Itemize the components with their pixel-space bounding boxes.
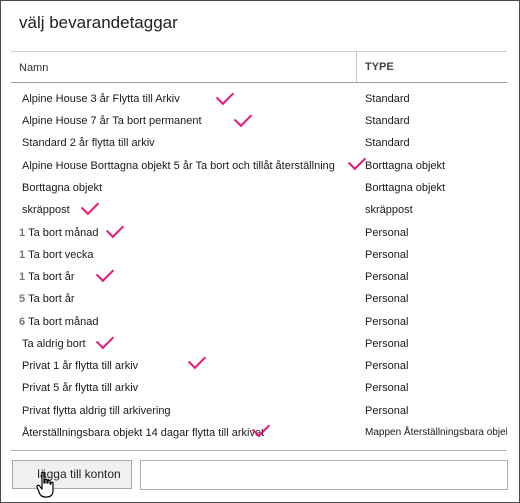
table-row[interactable]: Alpine House 3 år Flytta till Arkiv Stan… <box>11 86 507 111</box>
checkmark-icon <box>80 196 100 216</box>
row-type: skräppost <box>365 204 413 216</box>
row-type: Standard <box>365 137 410 149</box>
row-name: Borttagna objekt <box>22 182 103 194</box>
row-name: 6 Ta bort månad <box>19 316 99 328</box>
column-header-type[interactable]: TYPE <box>365 61 394 73</box>
table-row[interactable]: Privat 5 år flytta till arkiv Personal <box>11 378 507 400</box>
row-type: Standard <box>365 115 410 127</box>
column-header-name[interactable]: Namn <box>19 62 48 74</box>
row-type: Borttagna objekt <box>365 182 446 194</box>
table-row[interactable]: Återställningsbara objekt 14 dagar flytt… <box>11 418 507 445</box>
tags-list[interactable]: Namn TYPE Alpine House 3 år Flytta till … <box>11 51 507 451</box>
table-row[interactable]: Borttagna objekt Borttagna objekt <box>11 178 507 200</box>
retention-tags-dialog: välj bevarandetaggar Namn TYPE Alpine Ho… <box>0 0 520 503</box>
row-type: Personal <box>365 382 409 394</box>
row-type: Personal <box>365 249 409 261</box>
row-type: Standard <box>365 93 410 105</box>
dialog-title: välj bevarandetaggar <box>19 13 178 32</box>
row-type: Mappen Återställningsbara objekt <box>365 427 507 438</box>
row-type: Personal <box>365 360 409 372</box>
row-name: 1 Ta bort vecka <box>19 249 94 261</box>
row-type: Borttagna objekt <box>365 160 446 172</box>
accounts-input[interactable] <box>140 460 508 490</box>
table-row[interactable]: Alpine House Borttagna objekt 5 år Ta bo… <box>11 151 507 178</box>
table-row[interactable]: 1 Ta bort vecka Personal <box>11 245 507 267</box>
row-name: Privat 1 år flytta till arkiv <box>22 360 139 372</box>
row-name: Ta aldrig bort <box>22 338 86 350</box>
table-row[interactable]: 1 Ta bort månad Personal <box>11 219 507 245</box>
row-name: Standard 2 år flytta till arkiv <box>22 137 155 149</box>
table-row[interactable]: Standard 2 år flytta till arkiv Standard <box>11 133 507 155</box>
column-header-row: Namn TYPE <box>11 52 507 83</box>
row-name: 5 Ta bort år <box>19 293 75 305</box>
table-row[interactable]: 6 Ta bort månad Personal <box>11 312 507 334</box>
table-row[interactable]: Alpine House 7 år Ta bort permanent Stan… <box>11 108 507 133</box>
row-name: Alpine House Borttagna objekt 5 år Ta bo… <box>22 160 335 172</box>
table-row[interactable]: 1 Ta bort år Personal <box>11 263 507 289</box>
checkmark-icon <box>95 263 115 283</box>
row-name: Alpine House 3 år Flytta till Arkiv <box>22 93 180 105</box>
table-row[interactable]: Privat flytta aldrig till arkivering Per… <box>11 401 507 423</box>
row-type: Personal <box>365 405 409 417</box>
checkmark-icon <box>95 330 115 350</box>
row-name: skräppost <box>22 204 70 216</box>
checkmark-icon <box>233 108 253 128</box>
table-row[interactable]: skräppost skräppost <box>11 196 507 222</box>
checkmark-icon <box>215 86 235 106</box>
checkmark-icon <box>105 219 125 239</box>
row-name: Privat 5 år flytta till arkiv <box>22 382 139 394</box>
column-divider[interactable] <box>356 52 357 82</box>
row-name: 1 Ta bort månad <box>19 227 99 239</box>
hand-pointer-icon <box>36 471 54 498</box>
table-row[interactable]: Ta aldrig bort Personal <box>11 330 507 356</box>
row-type: Personal <box>365 227 409 239</box>
add-accounts-button[interactable]: lägga till konton <box>12 460 132 489</box>
row-type: Personal <box>365 293 409 305</box>
row-name: Privat flytta aldrig till arkivering <box>22 405 171 417</box>
row-type: Personal <box>365 338 409 350</box>
table-row[interactable]: 5 Ta bort år Personal <box>11 289 507 311</box>
row-name: Alpine House 7 år Ta bort permanent <box>22 115 202 127</box>
row-name: Återställningsbara objekt 14 dagar flytt… <box>22 427 265 439</box>
row-name: 1 Ta bort år <box>19 271 75 283</box>
row-type: Personal <box>365 316 409 328</box>
table-row[interactable]: Privat 1 år flytta till arkiv Personal <box>11 350 507 378</box>
row-type: Personal <box>365 271 409 283</box>
